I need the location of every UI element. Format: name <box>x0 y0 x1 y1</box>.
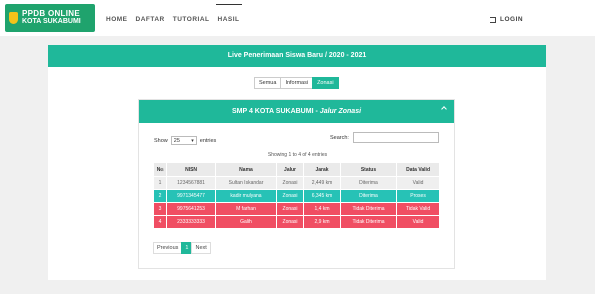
table-cell: Diterima <box>339 189 398 203</box>
results-table: No ⇅ NISN Nama Jalur Jarak Status Data Valid 11… <box>152 162 440 229</box>
table-cell: 1 <box>152 176 168 190</box>
table-cell: Zonasi <box>275 189 305 203</box>
table-cell: 2,9 km <box>303 215 341 229</box>
main-menu: HOME DAFTAR TUTORIAL HASIL <box>106 4 248 23</box>
table-cell: 6,345 km <box>303 189 341 203</box>
table-cell: 1234567881 <box>166 176 217 190</box>
card-title: Live Penerimaan Siswa Baru / 2020 - 2021 <box>48 45 546 67</box>
table-cell: 9971345477 <box>166 189 217 203</box>
entries-info: Showing 1 to 4 of 4 entries <box>267 152 328 158</box>
table-header-row: No ⇅ NISN Nama Jalur Jarak Status Data Valid <box>152 162 440 177</box>
column-header[interactable]: Data Valid <box>396 162 440 177</box>
table-cell: Zonasi <box>275 176 305 190</box>
panel-route: Jalur Zonasi <box>319 108 362 115</box>
table-cell: M farhan <box>215 202 277 216</box>
table-cell: Zonasi <box>275 202 305 216</box>
panel-header[interactable]: SMP 4 KOTA SUKABUMI - Jalur Zonasi <box>139 100 454 123</box>
table-cell: 1,4 km <box>303 202 341 216</box>
table-cell: Tidak Diterima <box>339 215 398 229</box>
table-cell: Galih <box>215 215 277 229</box>
panel-school: SMP 4 KOTA SUKABUMI - <box>231 108 318 115</box>
search-label: Search: <box>330 134 349 141</box>
filter-semua[interactable]: Semua <box>254 77 282 89</box>
page-size-control: Show 25 entries <box>154 136 216 145</box>
table-cell: Proses <box>396 189 440 203</box>
pager-next[interactable]: Next <box>191 242 211 254</box>
table-cell: 4 <box>152 215 168 229</box>
pager-previous[interactable]: Previous <box>153 242 183 254</box>
table-cell: Zonasi <box>275 215 305 229</box>
table-row[interactable]: 2 9971345477 kadir mulyana Zonasi 6,345 km Di… <box>152 189 440 203</box>
table-body: 1 1234567881 Sultan Iskandar Zonasi 2,449 km… <box>152 176 440 229</box>
nav-home[interactable]: HOME <box>106 16 128 23</box>
nav-daftar[interactable]: DAFTAR <box>136 16 165 23</box>
column-header[interactable]: Jalur <box>275 162 305 177</box>
table-cell: 3 <box>152 202 168 216</box>
nav-hasil[interactable]: HASIL <box>215 4 242 23</box>
table-cell: kadir mulyana <box>215 189 277 203</box>
table-cell: Tidak Diterima <box>339 202 398 216</box>
nav-tutorial[interactable]: TUTORIAL <box>173 16 210 23</box>
logo-line-1: PPDB ONLINE <box>22 9 80 18</box>
top-navbar: PPDB ONLINE KOTA SUKABUMI HOME DAFTAR TU… <box>0 0 595 36</box>
filter-zonasi[interactable]: Zonasi <box>312 77 339 89</box>
table-cell: Sultan Iskandar <box>215 176 277 190</box>
search-input[interactable] <box>352 132 439 143</box>
table-cell: Tidak Valid <box>396 202 440 216</box>
pagination: Previous 1 Next <box>153 242 211 254</box>
show-label: Show <box>154 137 168 144</box>
column-header[interactable]: No ⇅ <box>152 162 168 177</box>
table-cell: 9975641253 <box>166 202 217 216</box>
table-cell: Diterima <box>339 176 398 190</box>
entries-label: entries <box>199 137 217 144</box>
sign-in-icon <box>490 16 496 23</box>
ppdb-logo[interactable]: PPDB ONLINE KOTA SUKABUMI <box>5 4 95 32</box>
chevron-up-icon[interactable] <box>441 106 447 112</box>
table-cell: 2,449 km <box>303 176 341 190</box>
table-cell: 2333333333 <box>166 215 217 229</box>
emblem-icon <box>9 12 18 24</box>
login-link[interactable]: LOGIN <box>490 16 523 23</box>
page-size-select[interactable]: 25 <box>170 136 197 145</box>
table-cell: Valid <box>396 176 440 190</box>
filter-informasi[interactable]: Informasi <box>280 77 314 89</box>
table-row[interactable]: 4 2333333333 Galih Zonasi 2,9 km Tidak Diteri… <box>152 215 440 229</box>
column-header[interactable]: NISN <box>166 162 217 177</box>
search-control: Search: <box>330 132 439 143</box>
table-row[interactable]: 1 1234567881 Sultan Iskandar Zonasi 2,449 km… <box>152 176 440 190</box>
table-cell: 2 <box>152 189 168 203</box>
logo-line-2: KOTA SUKABUMI <box>22 18 81 25</box>
table-cell: Valid <box>396 215 440 229</box>
column-header[interactable]: Jarak <box>303 162 341 177</box>
sort-icon: ⇅ <box>160 167 165 172</box>
filter-buttons: Semua Informasi Zonasi <box>254 77 339 89</box>
column-header[interactable]: Nama <box>215 162 277 177</box>
column-header[interactable]: Status <box>339 162 398 177</box>
login-label: LOGIN <box>500 16 524 23</box>
school-panel: SMP 4 KOTA SUKABUMI - Jalur Zonasi Show … <box>138 99 455 269</box>
table-row[interactable]: 3 9975641253 M farhan Zonasi 1,4 km Tidak Dit… <box>152 202 440 216</box>
